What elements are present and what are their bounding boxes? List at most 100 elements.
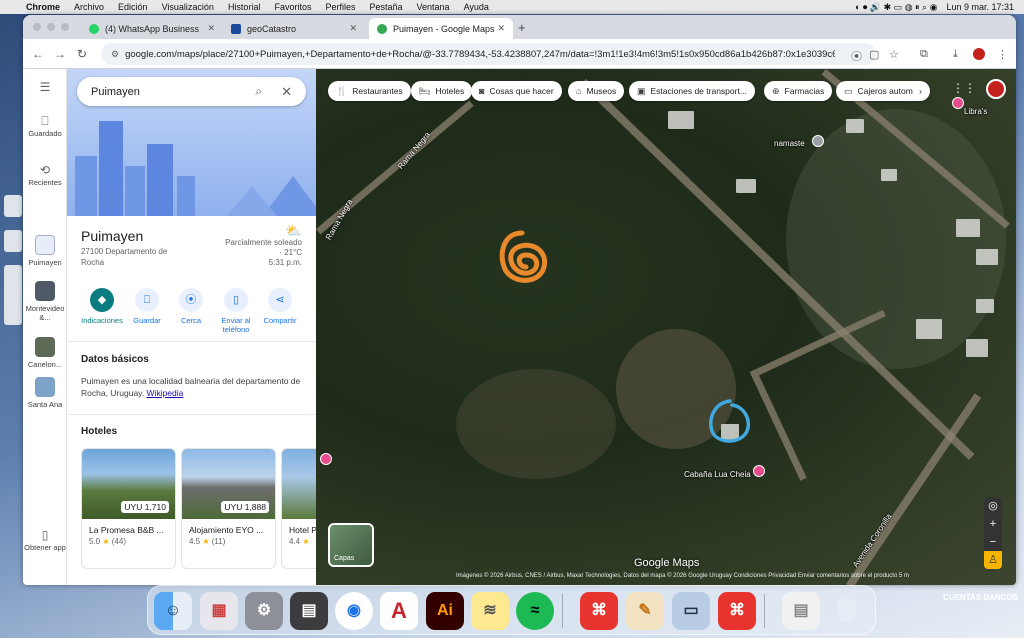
wikipedia-link[interactable]: Wikipedia bbox=[147, 388, 184, 398]
extension-icon[interactable]: ▢ bbox=[869, 48, 879, 61]
rail-place-santa-ana[interactable]: Santa Ana bbox=[23, 377, 67, 409]
document-icon[interactable]: ▤ bbox=[782, 592, 820, 630]
tab-close-icon[interactable]: ✕ bbox=[349, 23, 357, 34]
desktop-folder-label[interactable]: CUENTAS BANCOS bbox=[943, 593, 1018, 602]
menu-pestana[interactable]: Pestaña bbox=[369, 2, 402, 12]
trash-icon[interactable]: 🗑 bbox=[828, 592, 866, 630]
building bbox=[956, 219, 980, 237]
poi-label[interactable]: namaste bbox=[774, 139, 805, 148]
rail-recents[interactable]: ⟲ Recientes bbox=[23, 164, 67, 187]
place-pin-icon[interactable] bbox=[812, 135, 824, 147]
chrome-icon[interactable]: ◉ bbox=[335, 592, 373, 630]
geocatastro-icon bbox=[231, 23, 241, 34]
menu-edicion[interactable]: Edición bbox=[118, 2, 148, 12]
download-icon[interactable]: ⤓ bbox=[953, 48, 958, 61]
layers-button[interactable]: Capas bbox=[328, 523, 374, 567]
hotel-pin-icon[interactable] bbox=[952, 97, 964, 109]
chip-pharmacies[interactable]: ⊕ Farmacias bbox=[764, 81, 833, 101]
menubar-clock[interactable]: Lun 9 mar. 17:31 bbox=[946, 2, 1014, 12]
system-settings-icon[interactable]: ⚙ bbox=[245, 592, 283, 630]
puzzle-extensions-icon[interactable]: ⧉ bbox=[920, 48, 928, 61]
close-icon[interactable]: ✕ bbox=[281, 84, 292, 100]
preview-icon[interactable]: ▭ bbox=[672, 592, 710, 630]
directions-button[interactable]: ◆ Indicaciones bbox=[77, 288, 127, 325]
tab-close-icon[interactable]: ✕ bbox=[207, 23, 215, 34]
dock-separator bbox=[562, 594, 563, 628]
zoom-out-button[interactable]: − bbox=[984, 533, 1002, 551]
send-to-phone-button[interactable]: ▯ Enviar al teléfono bbox=[211, 288, 261, 334]
hotel-name: Alojamiento EYO ... bbox=[189, 525, 264, 535]
tab-google-maps[interactable]: Puimayen - Google Maps ✕ bbox=[369, 18, 513, 39]
forward-arrow-icon[interactable]: → bbox=[49, 47, 71, 61]
notes-icon[interactable]: ≋ bbox=[471, 592, 509, 630]
menu-perfiles[interactable]: Perfiles bbox=[325, 2, 355, 12]
search-icon[interactable]: ⌕ bbox=[255, 84, 262, 99]
my-location-button[interactable]: ◎ bbox=[984, 497, 1002, 515]
illustrator-icon[interactable]: Ai bbox=[426, 592, 464, 630]
chip-things-to-do[interactable]: ◙ Cosas que hacer bbox=[471, 81, 562, 101]
apps-grid-icon[interactable]: ⋮⋮ bbox=[952, 81, 976, 95]
rail-place-canelones[interactable]: Canelon... bbox=[23, 337, 67, 369]
back-arrow-icon[interactable]: ← bbox=[27, 47, 49, 61]
address-bar[interactable]: ⚙ google.com/maps/place/27100+Puimayen,+… bbox=[101, 43, 876, 65]
window-minimize-button[interactable] bbox=[47, 23, 55, 31]
poi-label[interactable]: Libra's bbox=[964, 107, 987, 116]
window-close-button[interactable] bbox=[33, 23, 41, 31]
hotel-pin-icon[interactable] bbox=[753, 465, 765, 477]
profile-avatar[interactable] bbox=[973, 48, 985, 60]
menu-archivo[interactable]: Archivo bbox=[74, 2, 104, 12]
chip-museums[interactable]: ⌂ Museos bbox=[568, 81, 625, 101]
location-icon[interactable]: ⦿ bbox=[851, 48, 862, 64]
status-bar-icons[interactable]: ◐ ⏺ 🔊 ✱ ▭ ◍ ⏸ ⌕ ◉ bbox=[855, 2, 937, 13]
pegman-icon[interactable]: ♙ bbox=[984, 551, 1002, 569]
menu-historial[interactable]: Historial bbox=[228, 2, 261, 12]
new-tab-button[interactable]: + bbox=[518, 20, 526, 35]
poi-label[interactable]: Cabaña Lua Cheia bbox=[684, 470, 751, 479]
autocad-icon[interactable]: A bbox=[380, 592, 418, 630]
bookmark-star-icon[interactable]: ☆ bbox=[889, 48, 899, 61]
acrobat-icon[interactable]: ⌘ bbox=[718, 592, 756, 630]
nearby-button[interactable]: ⦿ Cerca bbox=[166, 288, 216, 325]
window-zoom-button[interactable] bbox=[61, 23, 69, 31]
rail-saved[interactable]: ⎕ Guardado bbox=[23, 115, 67, 138]
menu-favoritos[interactable]: Favoritos bbox=[274, 2, 311, 12]
hotel-card[interactable]: Hotel P... 4.4 ★ bbox=[281, 448, 316, 569]
chip-atm[interactable]: ▭ Cajeros autom › bbox=[836, 81, 930, 101]
url-text[interactable]: google.com/maps/place/27100+Puimayen,+De… bbox=[125, 49, 835, 60]
chip-transit[interactable]: ▣ Estaciones de transport... bbox=[629, 81, 755, 101]
menu-app-name[interactable]: Chrome bbox=[26, 2, 60, 12]
chevron-right-icon[interactable]: › bbox=[919, 86, 922, 96]
site-info-icon[interactable]: ⚙ bbox=[111, 49, 119, 60]
pages-icon[interactable]: ✎ bbox=[626, 592, 664, 630]
tab-close-icon[interactable]: ✕ bbox=[497, 23, 505, 34]
hotel-pin-icon[interactable] bbox=[320, 453, 332, 465]
zoom-in-button[interactable]: + bbox=[984, 515, 1002, 533]
menu-ventana[interactable]: Ventana bbox=[417, 2, 450, 12]
rail-place-montevideo[interactable]: Montevideo &... bbox=[23, 281, 67, 322]
menu-ayuda[interactable]: Ayuda bbox=[464, 2, 489, 12]
launchpad-icon[interactable]: ▦ bbox=[200, 592, 238, 630]
chrome-menu-icon[interactable]: ⋮ bbox=[997, 48, 1008, 61]
rail-get-app[interactable]: ▯ Obtener app bbox=[23, 529, 67, 552]
acrobat-icon[interactable]: ⌘ bbox=[580, 592, 618, 630]
tab-whatsapp[interactable]: (4) WhatsApp Business ✕ bbox=[81, 18, 223, 39]
chip-restaurants[interactable]: 🍴 Restaurantes bbox=[328, 81, 411, 101]
calculator-icon[interactable]: ▤ bbox=[290, 592, 328, 630]
reload-icon[interactable]: ↻ bbox=[71, 47, 93, 61]
search-input[interactable]: Puimayen ⌕ ✕ bbox=[77, 77, 306, 106]
menu-visualizacion[interactable]: Visualización bbox=[162, 2, 214, 12]
building bbox=[976, 299, 994, 313]
bus-icon: ▣ bbox=[637, 85, 646, 96]
user-avatar[interactable] bbox=[986, 79, 1006, 99]
hotel-card[interactable]: UYU 1,710 La Promesa B&B ... 5.0 ★ (44) bbox=[81, 448, 176, 569]
tab-geocatastro[interactable]: geoCatastro ✕ bbox=[223, 18, 365, 39]
chip-hotels[interactable]: 🛏 Hoteles bbox=[411, 81, 473, 101]
finder-icon[interactable]: ☺ bbox=[154, 592, 192, 630]
menu-hamburger-button[interactable]: ☰ bbox=[23, 81, 67, 95]
share-button[interactable]: ⋖ Compartir bbox=[255, 288, 305, 325]
spotify-icon[interactable]: ≈ bbox=[516, 592, 554, 630]
save-button[interactable]: ⎕ Guardar bbox=[122, 288, 172, 325]
hotel-card[interactable]: UYU 1,888 Alojamiento EYO ... 4.5 ★ (11) bbox=[181, 448, 276, 569]
satellite-map[interactable]: Rama Negra Rama Negra Avenida Coronilla … bbox=[316, 69, 1016, 585]
rail-place-puimayen[interactable]: Puimayen bbox=[23, 235, 67, 267]
